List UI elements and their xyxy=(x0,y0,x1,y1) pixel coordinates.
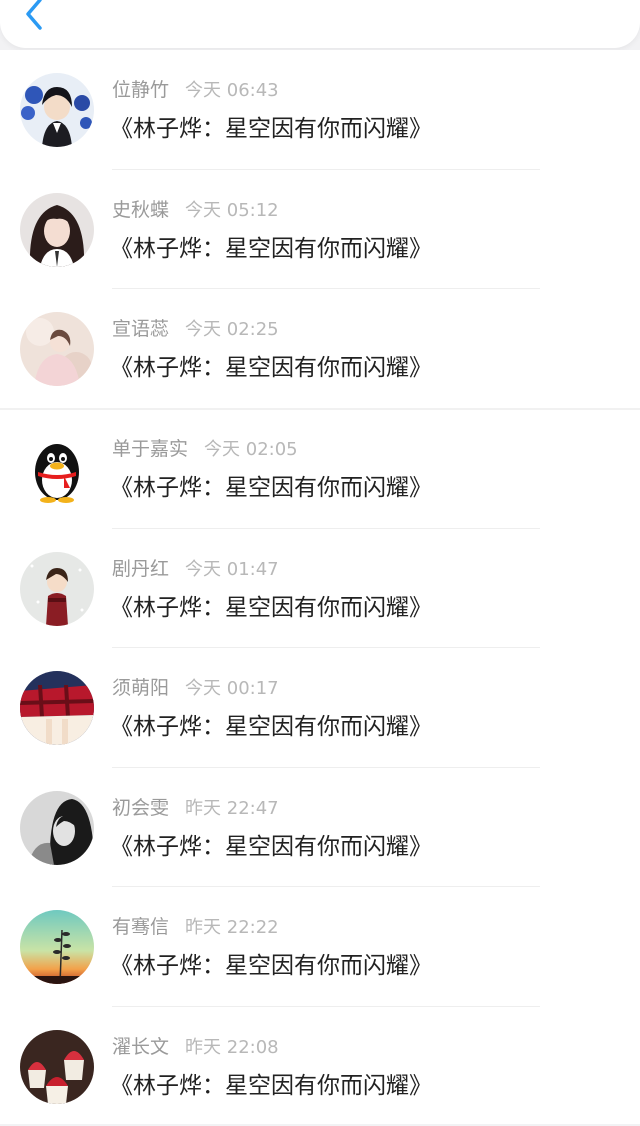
message-time: 昨天 22:22 xyxy=(185,917,279,938)
bw-portrait-avatar[interactable] xyxy=(20,791,94,865)
message-time: 今天 00:17 xyxy=(185,678,279,699)
message-text[interactable]: 《林子烨：星空因有你而闪耀》 xyxy=(110,351,432,385)
cartoon-snow-avatar[interactable] xyxy=(20,552,94,626)
sender-name-text: 剧丹红 xyxy=(112,558,169,580)
message-text[interactable]: 《林子烨：星空因有你而闪耀》 xyxy=(110,591,432,625)
sender-name-text: 位静竹 xyxy=(112,79,169,101)
list-item[interactable]: 剧丹红今天 01:47 《林子烨：星空因有你而闪耀》 xyxy=(0,529,640,649)
message-text[interactable]: 《林子烨：星空因有你而闪耀》 xyxy=(110,471,432,505)
sender-name: 有骞信昨天 22:22 xyxy=(112,913,279,942)
sender-name: 史秋蝶今天 05:12 xyxy=(112,196,279,225)
sender-name: 须萌阳今天 00:17 xyxy=(112,674,279,703)
message-time: 今天 02:25 xyxy=(185,319,279,340)
message-text[interactable]: 《林子烨：星空因有你而闪耀》 xyxy=(110,830,432,864)
back-button[interactable] xyxy=(14,0,54,32)
sender-name-text: 单于嘉实 xyxy=(112,438,188,460)
girl-photo-avatar[interactable] xyxy=(20,193,94,267)
message-text[interactable]: 《林子烨：星空因有你而闪耀》 xyxy=(110,949,432,983)
message-time: 今天 06:43 xyxy=(185,80,279,101)
sender-name: 初会雯昨天 22:47 xyxy=(112,794,279,823)
message-time: 今天 05:12 xyxy=(185,200,279,221)
list-item[interactable]: 濯长文昨天 22:08 《林子烨：星空因有你而闪耀》 xyxy=(0,1007,640,1126)
cupcakes-avatar[interactable] xyxy=(20,1030,94,1104)
sender-name-text: 史秋蝶 xyxy=(112,199,169,221)
sender-name-text: 濯长文 xyxy=(112,1036,169,1058)
chevron-left-icon xyxy=(14,0,54,32)
list-item[interactable]: 史秋蝶今天 05:12 《林子烨：星空因有你而闪耀》 xyxy=(0,170,640,290)
sender-name: 位静竹今天 06:43 xyxy=(112,76,279,105)
list-item[interactable]: 初会雯昨天 22:47 《林子烨：星空因有你而闪耀》 xyxy=(0,768,640,888)
sender-name: 单于嘉实今天 02:05 xyxy=(112,435,298,464)
message-text[interactable]: 《林子烨：星空因有你而闪耀》 xyxy=(110,1069,432,1103)
sender-name: 剧丹红今天 01:47 xyxy=(112,555,279,584)
sunset-plant-avatar[interactable] xyxy=(20,910,94,984)
message-text[interactable]: 《林子烨：星空因有你而闪耀》 xyxy=(110,232,432,266)
pastel-girl-avatar[interactable] xyxy=(20,312,94,386)
sender-name: 宣语蕊今天 02:25 xyxy=(112,315,279,344)
anime-boy-avatar[interactable] xyxy=(20,73,94,147)
list-item[interactable]: 须萌阳今天 00:17 《林子烨：星空因有你而闪耀》 xyxy=(0,648,640,768)
penguin-avatar[interactable] xyxy=(20,432,94,506)
message-time: 昨天 22:08 xyxy=(185,1037,279,1058)
sender-name-text: 有骞信 xyxy=(112,916,169,938)
message-time: 今天 02:05 xyxy=(204,439,298,460)
sender-name: 濯长文昨天 22:08 xyxy=(112,1033,279,1062)
message-text[interactable]: 《林子烨：星空因有你而闪耀》 xyxy=(110,710,432,744)
message-time: 昨天 22:47 xyxy=(185,798,279,819)
header-bar xyxy=(0,0,640,48)
message-list: 位静竹今天 06:43 《林子烨：星空因有你而闪耀》 史秋蝶今天 05:12 《… xyxy=(0,50,640,1124)
message-time: 今天 01:47 xyxy=(185,559,279,580)
list-item[interactable]: 单于嘉实今天 02:05 《林子烨：星空因有你而闪耀》 xyxy=(0,409,640,529)
sender-name-text: 初会雯 xyxy=(112,797,169,819)
sender-name-text: 须萌阳 xyxy=(112,677,169,699)
list-item[interactable]: 有骞信昨天 22:22 《林子烨：星空因有你而闪耀》 xyxy=(0,887,640,1007)
list-item[interactable]: 宣语蕊今天 02:25 《林子烨：星空因有你而闪耀》 xyxy=(0,289,640,409)
red-plaid-avatar[interactable] xyxy=(20,671,94,745)
sender-name-text: 宣语蕊 xyxy=(112,318,169,340)
list-item[interactable]: 位静竹今天 06:43 《林子烨：星空因有你而闪耀》 xyxy=(0,50,640,170)
message-text[interactable]: 《林子烨：星空因有你而闪耀》 xyxy=(110,112,432,146)
